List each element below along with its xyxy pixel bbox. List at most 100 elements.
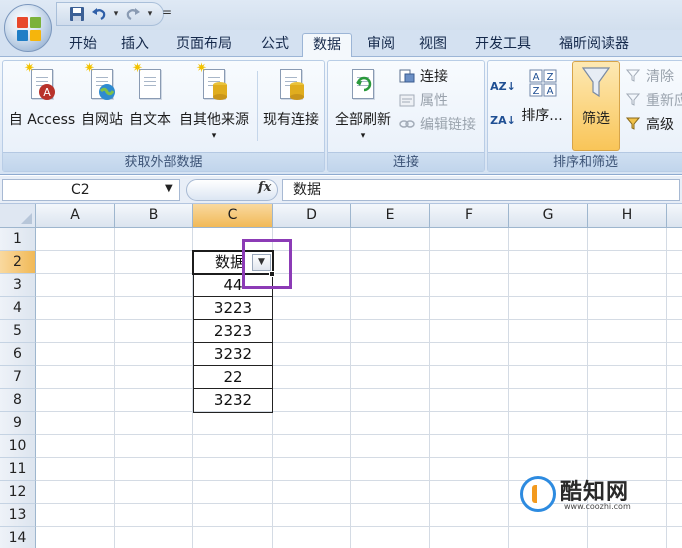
text-file-icon: ✷ — [132, 61, 166, 103]
existing-connections-button[interactable]: 现有连接 — [259, 63, 323, 129]
tab-formulas[interactable]: 公式 — [252, 33, 298, 57]
edit-links-button[interactable]: 编辑链接 — [398, 113, 476, 135]
column-header-h[interactable]: H — [588, 204, 667, 228]
from-other-sources-button[interactable]: ✷ 自其他来源 ▾ — [175, 61, 253, 141]
row-header-11[interactable]: 11 — [0, 458, 36, 481]
cell-c4[interactable]: 3223 — [193, 297, 273, 320]
sort-descending-icon: ZA↓ — [490, 113, 516, 127]
row-header-9[interactable]: 9 — [0, 412, 36, 435]
qat-customize-icon[interactable]: = — [162, 5, 172, 19]
existing-connections-icon — [275, 63, 307, 103]
from-access-button[interactable]: ✷ A 自 Access — [7, 61, 77, 129]
tab-foxit-reader[interactable]: 福昕阅读器 — [548, 33, 640, 57]
column-header-a[interactable]: A — [36, 204, 115, 228]
group-sort-filter: AZ↓ ZA↓ AZZA 排序... 筛选 清除 重新应 高级 排序和筛选 — [487, 60, 682, 172]
row-header-2[interactable]: 2 — [0, 251, 36, 274]
sort-ascending-button[interactable]: AZ↓ — [490, 75, 516, 97]
column-header-d[interactable]: D — [273, 204, 351, 228]
chevron-down-icon: ▾ — [360, 131, 366, 141]
row-header-14[interactable]: 14 — [0, 527, 36, 548]
tab-view[interactable]: 视图 — [410, 33, 456, 57]
refresh-all-label: 全部刷新 — [335, 112, 391, 128]
tab-insert[interactable]: 插入 — [112, 33, 158, 57]
row-header-13[interactable]: 13 — [0, 504, 36, 527]
ribbon-tab-bar: 开始 插入 页面布局 公式 数据 审阅 视图 开发工具 福昕阅读器 — [0, 30, 682, 58]
save-icon[interactable] — [67, 4, 87, 24]
row-header-5[interactable]: 5 — [0, 320, 36, 343]
connections-label: 连接 — [420, 69, 448, 85]
clear-filter-button[interactable]: 清除 — [624, 65, 674, 87]
tab-data[interactable]: 数据 — [302, 33, 352, 58]
redo-icon[interactable] — [123, 4, 143, 24]
quick-access-toolbar: ▾ ▾ — [56, 2, 164, 26]
tab-developer[interactable]: 开发工具 — [464, 33, 542, 57]
sort-icon: AZZA — [526, 63, 558, 103]
web-icon: ✷ — [84, 61, 118, 103]
undo-icon[interactable] — [89, 4, 109, 24]
row-header-6[interactable]: 6 — [0, 343, 36, 366]
ribbon: ✷ A 自 Access ✷ 自网站 ✷ 自文本 ✷ 自其他来源 ▾ 现有连接 … — [0, 57, 682, 175]
refresh-icon — [347, 63, 379, 103]
advanced-filter-button[interactable]: 高级 — [624, 113, 674, 135]
select-all-button[interactable] — [0, 204, 36, 228]
from-web-button[interactable]: ✷ 自网站 — [79, 61, 125, 129]
tab-page-layout[interactable]: 页面布局 — [166, 33, 242, 57]
column-header-b[interactable]: B — [115, 204, 193, 228]
properties-button[interactable]: 属性 — [398, 89, 448, 111]
cell-c5[interactable]: 2323 — [193, 320, 273, 343]
office-logo-icon — [17, 17, 41, 41]
row-header-12[interactable]: 12 — [0, 481, 36, 504]
svg-text:Z: Z — [533, 86, 540, 97]
reapply-button[interactable]: 重新应 — [624, 89, 682, 111]
name-box-dropdown-icon[interactable]: ▼ — [165, 179, 173, 199]
link-icon — [398, 115, 416, 133]
watermark: 酷知网 www.coozhi.com — [516, 472, 666, 516]
connections-button[interactable]: 连接 — [398, 65, 448, 87]
existing-connections-label: 现有连接 — [263, 112, 319, 128]
group-get-external-data: ✷ A 自 Access ✷ 自网站 ✷ 自文本 ✷ 自其他来源 ▾ 现有连接 … — [2, 60, 325, 172]
insert-function-icon[interactable]: fx — [258, 180, 271, 195]
refresh-all-button[interactable]: 全部刷新 ▾ — [332, 63, 394, 141]
clear-filter-icon — [624, 67, 642, 85]
row-header-4[interactable]: 4 — [0, 297, 36, 320]
row-header-10[interactable]: 10 — [0, 435, 36, 458]
formula-input[interactable]: 数据 — [282, 179, 680, 201]
column-header-c[interactable]: C — [193, 204, 273, 228]
group-connections: 全部刷新 ▾ 连接 属性 编辑链接 连接 — [327, 60, 485, 172]
column-header-f[interactable]: F — [430, 204, 509, 228]
filter-button[interactable]: 筛选 — [572, 61, 620, 151]
row-header-7[interactable]: 7 — [0, 366, 36, 389]
office-button[interactable] — [4, 4, 52, 52]
watermark-url: www.coozhi.com — [564, 502, 631, 511]
redo-dropdown-icon[interactable]: ▾ — [145, 4, 155, 24]
autofilter-dropdown-button[interactable]: ▼ — [252, 254, 271, 271]
name-box[interactable]: C2 — [2, 179, 180, 201]
tab-review[interactable]: 审阅 — [358, 33, 404, 57]
cell-c7[interactable]: 22 — [193, 366, 273, 389]
tab-home[interactable]: 开始 — [60, 33, 106, 57]
column-header-e[interactable]: E — [351, 204, 430, 228]
edit-links-label: 编辑链接 — [420, 117, 476, 133]
svg-text:Z: Z — [547, 72, 554, 83]
from-text-button[interactable]: ✷ 自文本 — [127, 61, 173, 129]
sort-descending-button[interactable]: ZA↓ — [490, 109, 516, 131]
advanced-filter-icon — [624, 115, 642, 133]
row-header-1[interactable]: 1 — [0, 228, 36, 251]
cell-c8[interactable]: 3232 — [193, 389, 273, 412]
from-web-label: 自网站 — [81, 112, 123, 128]
group-label-external-data: 获取外部数据 — [3, 152, 324, 171]
cell-c6[interactable]: 3232 — [193, 343, 273, 366]
other-sources-icon: ✷ — [196, 61, 230, 103]
advanced-filter-label: 高级 — [646, 117, 674, 133]
access-icon: ✷ A — [24, 61, 58, 103]
fill-handle[interactable] — [269, 271, 275, 277]
sort-button[interactable]: AZZA 排序... — [518, 63, 566, 125]
row-header-3[interactable]: 3 — [0, 274, 36, 297]
cell-c3[interactable]: 44 — [193, 274, 273, 297]
from-other-sources-label: 自其他来源 — [179, 112, 249, 128]
row-header-8[interactable]: 8 — [0, 389, 36, 412]
undo-dropdown-icon[interactable]: ▾ — [111, 4, 121, 24]
column-header-partial[interactable] — [667, 204, 682, 228]
sort-ascending-icon: AZ↓ — [490, 79, 516, 93]
column-header-g[interactable]: G — [509, 204, 588, 228]
